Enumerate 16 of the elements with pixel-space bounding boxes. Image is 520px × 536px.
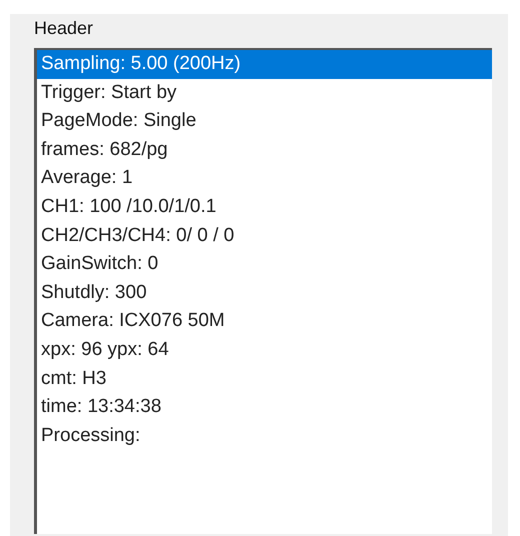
group-label: Header [34,17,94,40]
list-item[interactable]: Sampling: 5.00 (200Hz) [37,50,492,79]
list-item[interactable]: PageMode: Single [37,107,492,136]
list-item[interactable]: Camera: ICX076 50M [37,307,492,336]
list-item[interactable]: xpx: 96 ypx: 64 [37,336,492,365]
list-item[interactable]: frames: 682/pg [37,136,492,164]
list-item[interactable]: time: 13:34:38 [37,393,492,422]
list-item[interactable]: Processing: [37,422,492,450]
list-item[interactable]: GainSwitch: 0 [37,250,492,279]
list-item[interactable]: Average: 1 [37,164,492,193]
list-item[interactable]: CH1: 100 /10.0/1/0.1 [37,192,492,222]
list-item[interactable]: CH2/CH3/CH4: 0/ 0 / 0 [37,222,492,250]
list-item[interactable]: cmt: H3 [37,364,492,394]
list-item[interactable]: Trigger: Start by [37,78,492,108]
list-item[interactable]: Shutdly: 300 [37,278,492,308]
list-box[interactable] [34,48,492,534]
